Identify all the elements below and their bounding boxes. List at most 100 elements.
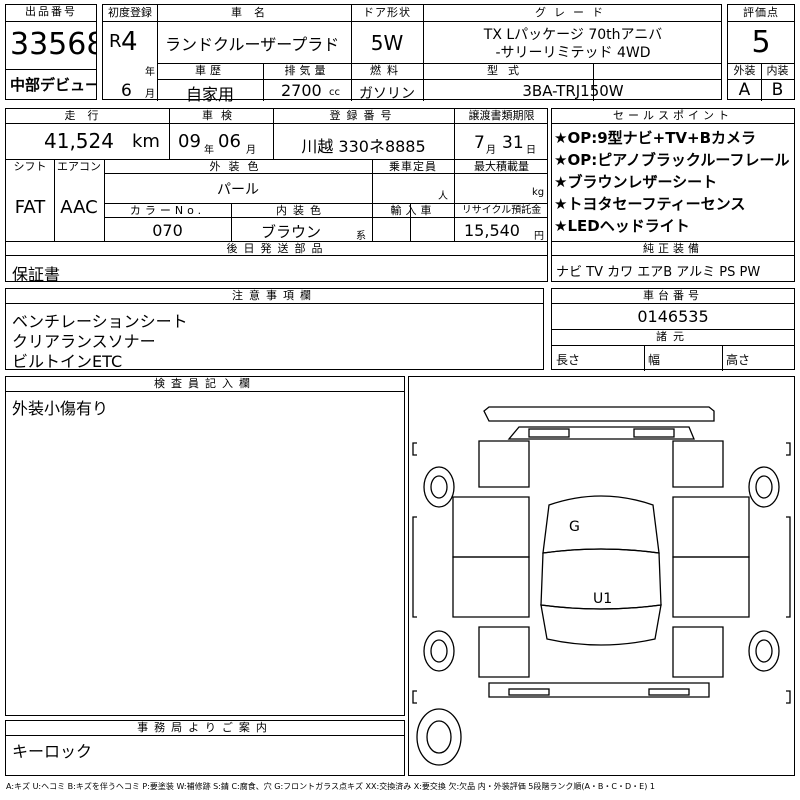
history-label: 車歴 xyxy=(195,64,225,77)
color-no-label: カラーNo. xyxy=(129,204,206,217)
color-no: 070 xyxy=(152,221,183,240)
lot-number: 33568 xyxy=(10,27,96,62)
inspector-label: 検査員記入欄 xyxy=(154,377,256,390)
first-reg-month: 6 xyxy=(121,81,132,101)
inspection-label: 車検 xyxy=(202,109,240,122)
sales-point-3: ★ブラウンレザーシート xyxy=(554,173,718,191)
history: 自家用 xyxy=(185,85,234,104)
debut-label: 中部デビュー xyxy=(10,76,96,94)
plate-label: 登録番号 xyxy=(329,109,398,122)
sales-point-4: ★トヨタセーフティーセンス xyxy=(554,195,746,213)
sales-point-5: ★LEDヘッドライト xyxy=(554,217,690,235)
interior-label: 内装 xyxy=(766,64,789,77)
model-label: 型式 xyxy=(487,64,529,77)
legend: A:キズ U:ヘコミ B:キズを伴うヘコミ P:要塗装 W:補修跡 S:錆 C:… xyxy=(6,782,655,791)
inspector-note: 外装小傷有り xyxy=(12,399,109,418)
shift: FAT xyxy=(14,197,46,218)
car-name-label: 車名 xyxy=(231,6,277,19)
car-diagram: G U1 xyxy=(408,376,795,776)
recycle-fee: 15,540 xyxy=(464,221,520,240)
load-unit: kg xyxy=(532,187,545,198)
model: 3BA-TRJ150W xyxy=(522,82,624,100)
score-box: 評価点 5 外装 内装 A B xyxy=(727,4,795,101)
int-color: ブラウン xyxy=(260,223,321,241)
insp-month-unit: 月 xyxy=(246,145,256,156)
import-label: 輸入車 xyxy=(390,204,436,217)
first-reg-label: 初度登録 xyxy=(108,6,152,19)
month-unit: 月 xyxy=(145,89,155,100)
int-color-label: 内装色 xyxy=(276,204,327,217)
car-name: ランドクルーザープラド xyxy=(165,35,340,54)
office-note: キーロック xyxy=(12,742,93,761)
note-line-3: ビルトインETC xyxy=(12,352,123,371)
transfer-day-unit: 日 xyxy=(526,145,536,156)
first-reg-year: 4 xyxy=(121,27,138,57)
later-parts: 保証書 xyxy=(12,265,61,284)
mileage-unit: km xyxy=(132,131,160,152)
int-color-suffix: 系 xyxy=(356,231,366,242)
notes-label: 注意事項欄 xyxy=(232,289,317,302)
details-grid: 走行 41,524 km 車検 09 年 06 月 登録番号 川越 330ネ88… xyxy=(5,108,548,284)
later-parts-label: 後日発送部品 xyxy=(226,242,329,255)
capacity-unit: 人 xyxy=(438,191,448,202)
displacement: 2700 xyxy=(281,81,322,100)
width-label: 幅 xyxy=(648,353,661,367)
ac: AAC xyxy=(60,197,98,218)
transfer-label: 譲渡書類期限 xyxy=(468,109,535,122)
cc-unit: cc xyxy=(329,87,340,98)
grade-label: グレード xyxy=(535,6,611,19)
load-label: 最大積載量 xyxy=(474,160,529,173)
dims-label: 諸元 xyxy=(656,330,690,343)
equipment: ナビ TV カワ エアB アルミ PS PW xyxy=(556,265,761,280)
equipment-label: 純正装備 xyxy=(643,242,703,255)
sales-point-2: ★OP:ピアノブラックルーフレール xyxy=(554,151,790,169)
capacity-label: 乗車定員 xyxy=(389,160,437,173)
length-label: 長さ xyxy=(556,353,581,367)
inspection-month: 06 xyxy=(218,131,241,152)
transfer-month-unit: 月 xyxy=(486,145,496,156)
door-type: 5W xyxy=(370,31,404,55)
office-box: 事務局よりご案内 キーロック xyxy=(5,720,405,776)
sales-point-1: ★OP:9型ナビ+TV+Bカメラ xyxy=(554,129,757,147)
fuel-label: 燃料 xyxy=(370,64,404,77)
lot-box: 出品番号 33568 中部デビュー xyxy=(5,4,97,100)
score-label: 評価点 xyxy=(743,6,779,19)
color: パール xyxy=(217,182,259,198)
transfer-month: 7 xyxy=(474,133,485,153)
car-outline: G U1 xyxy=(412,406,791,766)
shift-label: シフト xyxy=(13,160,47,173)
grade-line1: TX Lパッケージ 70thアニバ xyxy=(483,27,663,43)
score: 5 xyxy=(751,25,771,60)
inspector-box: 検査員記入欄 外装小傷有り xyxy=(5,376,405,716)
lot-label: 出品番号 xyxy=(25,5,77,18)
year-unit: 年 xyxy=(145,67,155,78)
displacement-label: 排気量 xyxy=(284,64,330,77)
exterior-label: 外装 xyxy=(733,64,756,77)
notes-box: 注意事項欄 ベンチレーションシート クリアランスソナー ビルトインETC xyxy=(5,288,544,371)
chassis-number: 0146535 xyxy=(637,307,709,326)
office-label: 事務局よりご案内 xyxy=(137,721,273,734)
era: R xyxy=(109,31,122,52)
recycle-label: リサイクル預託金 xyxy=(461,205,542,216)
exterior-grade: A xyxy=(738,80,751,100)
grade-line2: -サリーリミテッド 4WD xyxy=(495,45,651,61)
header-grid: 初度登録 R 4 年 6 月 車名 ランドクルーザープラド ドア形状 5W グレ… xyxy=(102,4,722,104)
plate-number: 川越 330ネ8885 xyxy=(301,137,426,156)
insp-year-unit: 年 xyxy=(204,145,214,156)
ac-label: エアコン xyxy=(57,160,101,173)
sales-box: セールスポイント ★OP:9型ナビ+TV+Bカメラ ★OP:ピアノブラックルーフ… xyxy=(551,108,795,282)
mark-g: G xyxy=(569,519,580,535)
fuel: ガソリン xyxy=(359,86,415,102)
chassis-box: 車台番号 0146535 諸元 長さ 幅 高さ xyxy=(551,288,795,371)
transfer-day: 31 xyxy=(502,133,524,153)
inspection-year: 09 xyxy=(178,131,201,152)
mileage: 41,524 xyxy=(44,129,114,153)
mark-u1: U1 xyxy=(593,591,612,607)
interior-grade: B xyxy=(771,80,784,100)
door-label: ドア形状 xyxy=(363,6,411,19)
mileage-label: 走行 xyxy=(64,109,111,122)
yen-unit: 円 xyxy=(534,231,544,242)
height-label: 高さ xyxy=(726,353,751,367)
sales-label: セールスポイント xyxy=(613,109,733,122)
color-label: 外装色 xyxy=(209,160,267,173)
